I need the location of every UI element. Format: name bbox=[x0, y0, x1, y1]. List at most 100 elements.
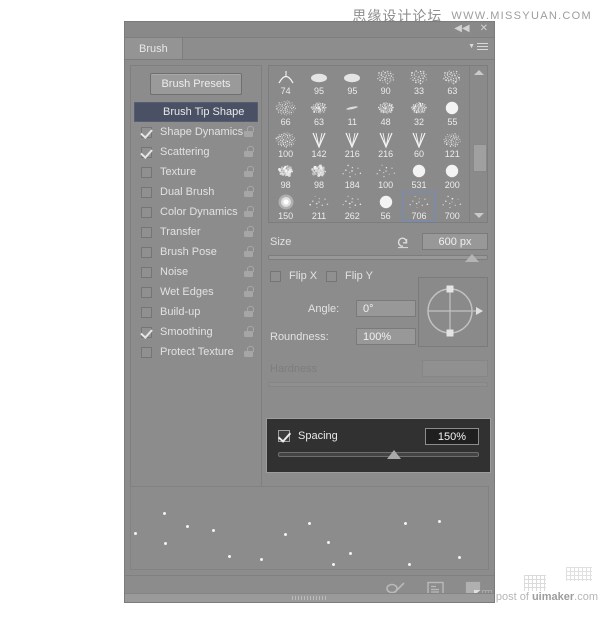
brush-preset-cell[interactable]: 150 bbox=[269, 191, 302, 222]
brush-preset-cell[interactable]: 74 bbox=[269, 66, 302, 97]
brush-preset-cell[interactable]: 55 bbox=[436, 97, 469, 128]
brush-preset-cell[interactable]: 100 bbox=[269, 128, 302, 159]
hardness-slider[interactable] bbox=[268, 382, 488, 387]
option-row-texture[interactable]: Texture bbox=[131, 162, 261, 182]
brush-preset-cell[interactable]: 32 bbox=[402, 97, 435, 128]
flip-y-checkbox[interactable] bbox=[326, 271, 337, 282]
option-checkbox[interactable] bbox=[141, 307, 152, 318]
tab-brush[interactable]: Brush bbox=[125, 38, 183, 59]
option-checkbox[interactable] bbox=[141, 187, 152, 198]
option-row-smoothing[interactable]: Smoothing bbox=[131, 322, 261, 342]
lock-icon[interactable] bbox=[244, 146, 253, 157]
option-row-scattering[interactable]: Scattering bbox=[131, 142, 261, 162]
brush-preset-cell[interactable]: 66 bbox=[269, 97, 302, 128]
option-row-shape-dynamics[interactable]: Shape Dynamics bbox=[131, 122, 261, 142]
lock-icon[interactable] bbox=[244, 226, 253, 237]
spacing-checkbox[interactable] bbox=[278, 430, 290, 442]
option-checkbox[interactable] bbox=[141, 207, 152, 218]
lock-icon[interactable] bbox=[244, 186, 253, 197]
brush-preset-cell[interactable]: 63 bbox=[302, 97, 335, 128]
brush-preset-cell[interactable]: 142 bbox=[302, 128, 335, 159]
brush-preset-cell[interactable]: 63 bbox=[436, 66, 469, 97]
option-row-brush-pose[interactable]: Brush Pose bbox=[131, 242, 261, 262]
flip-x-control[interactable]: Flip X bbox=[270, 270, 317, 282]
scroll-down-arrow-icon[interactable] bbox=[474, 213, 484, 218]
lock-icon[interactable] bbox=[244, 306, 253, 317]
brush-size-label: 74 bbox=[281, 86, 291, 96]
lock-icon[interactable] bbox=[244, 346, 253, 357]
option-checkbox[interactable] bbox=[141, 347, 152, 358]
size-slider-thumb[interactable] bbox=[465, 254, 479, 262]
lock-icon[interactable] bbox=[244, 206, 253, 217]
brush-preset-cell[interactable]: 95 bbox=[302, 66, 335, 97]
option-checkbox[interactable] bbox=[141, 167, 152, 178]
brush-preset-grid: 74 95 95 90 33 63 66 63 11 48 32 55 100 142 216 216 60 12… bbox=[269, 66, 469, 222]
angle-roundness-widget[interactable] bbox=[418, 277, 488, 347]
collapse-to-icons-icon[interactable]: ◀◀ bbox=[454, 23, 469, 35]
close-icon[interactable]: ✕ bbox=[480, 23, 488, 35]
brush-preset-cell[interactable]: 216 bbox=[369, 128, 402, 159]
option-row-dual-brush[interactable]: Dual Brush bbox=[131, 182, 261, 202]
size-slider[interactable] bbox=[268, 255, 488, 260]
lock-icon[interactable] bbox=[244, 286, 253, 297]
brush-grid-scrollbar[interactable] bbox=[469, 66, 487, 222]
option-checkbox[interactable] bbox=[141, 227, 152, 238]
lock-icon[interactable] bbox=[244, 326, 253, 337]
bottom-drag-strip[interactable] bbox=[125, 593, 494, 602]
brush-preset-cell[interactable]: 60 bbox=[402, 128, 435, 159]
brush-preset-cell[interactable]: 184 bbox=[336, 160, 369, 191]
angle-value-field[interactable]: 0° bbox=[356, 300, 416, 317]
option-row-build-up[interactable]: Build-up bbox=[131, 302, 261, 322]
brush-preset-cell[interactable]: 121 bbox=[436, 128, 469, 159]
scroll-up-arrow-icon[interactable] bbox=[474, 70, 484, 75]
option-row-noise[interactable]: Noise bbox=[131, 262, 261, 282]
flip-y-control[interactable]: Flip Y bbox=[326, 270, 373, 282]
brush-preset-cell[interactable]: 33 bbox=[402, 66, 435, 97]
lock-icon[interactable] bbox=[244, 246, 253, 257]
option-checkbox[interactable] bbox=[141, 327, 152, 338]
option-row-transfer[interactable]: Transfer bbox=[131, 222, 261, 242]
option-checkbox[interactable] bbox=[141, 267, 152, 278]
option-row-brush-tip-shape[interactable]: Brush Tip Shape bbox=[134, 102, 258, 122]
hardness-value-field[interactable] bbox=[422, 360, 488, 377]
option-row-color-dynamics[interactable]: Color Dynamics bbox=[131, 202, 261, 222]
preview-dot bbox=[438, 520, 441, 523]
brush-preset-cell[interactable]: 216 bbox=[336, 128, 369, 159]
option-label: Scattering bbox=[160, 146, 210, 158]
brush-preset-cell[interactable]: 200 bbox=[436, 160, 469, 191]
brush-preset-cell[interactable]: 48 bbox=[369, 97, 402, 128]
brush-preset-cell[interactable]: 211 bbox=[302, 191, 335, 222]
brush-preset-cell[interactable]: 56 bbox=[369, 191, 402, 222]
brush-size-label: 48 bbox=[381, 117, 391, 127]
size-value-field[interactable]: 600 px bbox=[422, 233, 488, 250]
roundness-value-field[interactable]: 100% bbox=[356, 328, 416, 345]
brush-preset-cell[interactable]: 98 bbox=[269, 160, 302, 191]
brush-preset-cell[interactable]: 98 bbox=[302, 160, 335, 191]
brush-preset-cell[interactable]: 100 bbox=[369, 160, 402, 191]
brush-size-label: 66 bbox=[281, 117, 291, 127]
option-checkbox[interactable] bbox=[141, 127, 152, 138]
option-checkbox[interactable] bbox=[141, 147, 152, 158]
lock-icon[interactable] bbox=[244, 166, 253, 177]
brush-preset-cell[interactable]: 11 bbox=[336, 97, 369, 128]
spacing-value-field[interactable]: 150% bbox=[425, 428, 479, 445]
option-row-protect-texture[interactable]: Protect Texture bbox=[131, 342, 261, 362]
panel-menu-button[interactable]: ▼ bbox=[468, 41, 488, 52]
brush-preset-cell[interactable]: 90 bbox=[369, 66, 402, 97]
brush-presets-button[interactable]: Brush Presets bbox=[150, 73, 241, 95]
option-checkbox[interactable] bbox=[141, 247, 152, 258]
flip-x-checkbox[interactable] bbox=[270, 271, 281, 282]
spacing-slider[interactable] bbox=[278, 452, 479, 457]
lock-icon[interactable] bbox=[244, 266, 253, 277]
option-checkbox[interactable] bbox=[141, 287, 152, 298]
brush-preset-cell[interactable]: 700 bbox=[436, 191, 469, 222]
brush-preset-cell[interactable]: 531 bbox=[402, 160, 435, 191]
scrollbar-thumb[interactable] bbox=[473, 144, 487, 172]
lock-icon[interactable] bbox=[244, 126, 253, 137]
brush-preset-cell[interactable]: 95 bbox=[336, 66, 369, 97]
brush-preset-cell[interactable]: 706 bbox=[402, 191, 435, 222]
spacing-slider-thumb[interactable] bbox=[387, 450, 401, 459]
option-row-wet-edges[interactable]: Wet Edges bbox=[131, 282, 261, 302]
reset-to-original-size-icon[interactable] bbox=[396, 235, 410, 254]
brush-preset-cell[interactable]: 262 bbox=[336, 191, 369, 222]
